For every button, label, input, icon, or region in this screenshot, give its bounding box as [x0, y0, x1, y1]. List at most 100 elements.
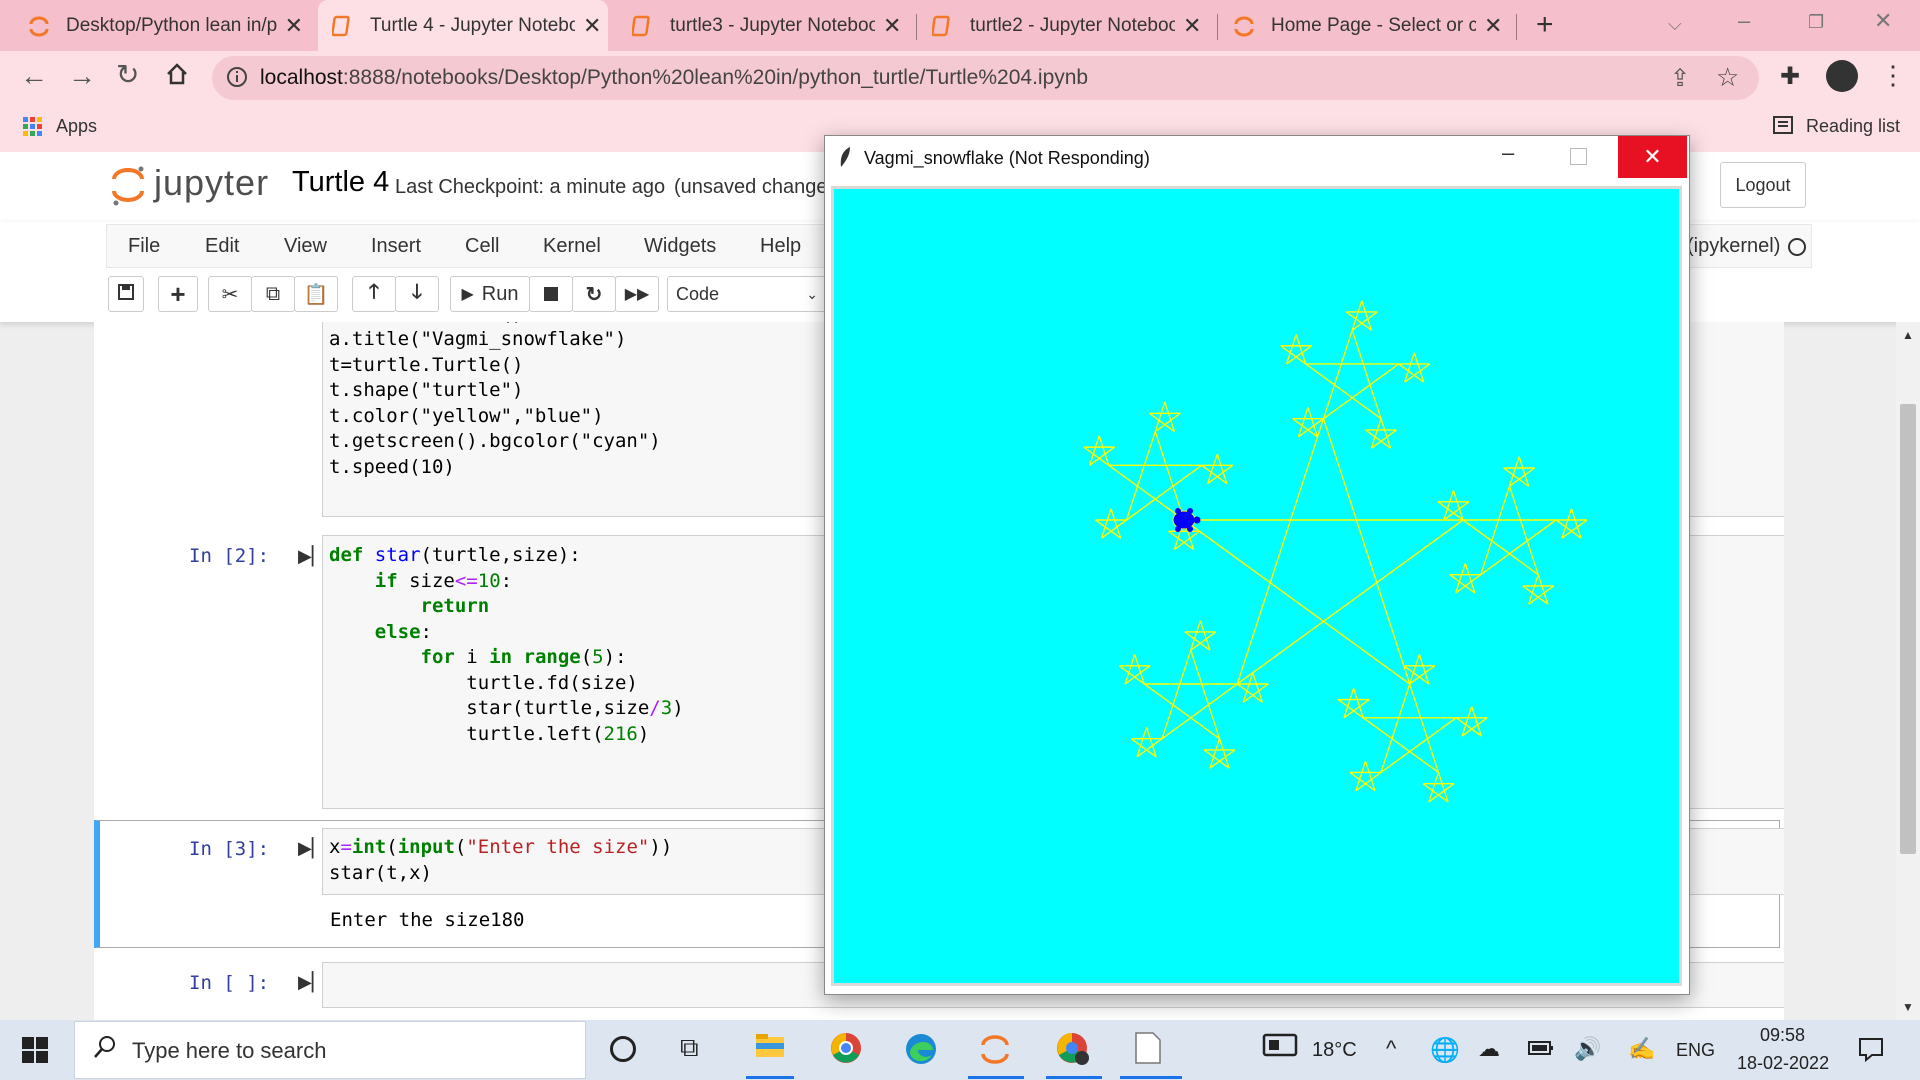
tab-turtle3[interactable]: turtle3 - Jupyter Noteboo ✕ [631, 0, 910, 51]
tab-turtle2[interactable]: turtle2 - Jupyter Noteboo ✕ [931, 0, 1212, 51]
avatar[interactable] [1826, 60, 1858, 92]
onedrive-icon[interactable]: ☁ [1478, 1036, 1500, 1062]
close-tab-icon[interactable]: ✕ [285, 13, 303, 39]
tray-chevron-icon[interactable]: ^ [1386, 1036, 1396, 1062]
copy-button[interactable]: ⧉ [251, 276, 295, 312]
new-tab-icon[interactable]: + [1536, 8, 1554, 42]
move-up-button[interactable]: 🡑 [352, 276, 396, 312]
bookmark-star-icon[interactable]: ☆ [1716, 62, 1739, 93]
pen-stroke [1461, 717, 1488, 737]
menu-insert[interactable]: Insert [371, 235, 421, 258]
page-scrollbar[interactable]: ▲ ▼ [1896, 322, 1920, 1020]
jupyter-tab-icon [1233, 15, 1255, 37]
close-tab-icon[interactable]: ✕ [1484, 13, 1502, 39]
globe-icon[interactable]: 🌐 [1430, 1036, 1460, 1065]
menu-edit[interactable]: Edit [205, 235, 239, 258]
restore-icon[interactable]: ❐ [1808, 12, 1824, 33]
close-window-icon[interactable]: ✕ [1874, 8, 1892, 34]
tab-title: Desktop/Python lean in/p [66, 14, 277, 36]
pen-stroke [1118, 665, 1145, 685]
turtle-minimize-icon[interactable]: – [1502, 140, 1514, 166]
paste-button[interactable]: 📋 [294, 276, 338, 312]
battery-icon[interactable] [1528, 1040, 1554, 1061]
logout-button[interactable]: Logout [1720, 162, 1806, 208]
scroll-up-icon[interactable]: ▲ [1902, 328, 1914, 342]
clock-time[interactable]: 09:58 [1760, 1025, 1805, 1046]
cell-2-source[interactable]: def star(turtle,size): if size<=10: retu… [329, 543, 684, 747]
weather-temp[interactable]: 18°C [1312, 1039, 1357, 1062]
cortana-icon[interactable] [610, 1036, 636, 1062]
insert-cell-button[interactable]: + [158, 276, 198, 312]
extensions-icon[interactable]: ✚ [1780, 62, 1800, 91]
close-tab-icon[interactable]: ✕ [1183, 13, 1201, 39]
volume-icon[interactable]: 🔊 [1574, 1036, 1601, 1062]
pen-stroke [1307, 407, 1319, 438]
reading-list-link[interactable]: Reading list [1806, 116, 1900, 137]
back-icon[interactable]: ← [20, 60, 48, 92]
scissors-icon: ✂ [221, 283, 239, 306]
windows-start-icon[interactable] [22, 1037, 48, 1068]
menu-widgets[interactable]: Widgets [644, 235, 716, 258]
pen-icon[interactable]: ✍ [1628, 1036, 1655, 1062]
pen-stroke [1570, 508, 1582, 539]
cut-button[interactable]: ✂ [208, 276, 252, 312]
scrollbar-thumb[interactable] [1900, 404, 1916, 854]
pen-stroke [1455, 574, 1482, 594]
turtle-close-button[interactable]: ✕ [1618, 136, 1687, 178]
jupyter-logo-icon[interactable] [110, 163, 146, 212]
tab-turtle4[interactable]: Turtle 4 - Jupyter Notebo ✕ [318, 0, 608, 51]
menu-help[interactable]: Help [760, 235, 801, 258]
clock-date[interactable]: 18-02-2022 [1737, 1053, 1829, 1074]
chrome-profile-icon[interactable] [1056, 1032, 1090, 1073]
info-icon[interactable] [226, 66, 248, 93]
run-button[interactable]: ▶ Run [450, 276, 530, 312]
jupyter-logo-text[interactable]: jupyter [154, 162, 269, 204]
tab-home[interactable]: Home Page - Select or cre ✕ [1233, 0, 1511, 51]
menu-icon[interactable]: ⋮ [1880, 60, 1906, 91]
paste-icon: 📋 [303, 283, 329, 306]
menu-cell[interactable]: Cell [465, 235, 499, 258]
reload-icon[interactable]: ↻ [116, 58, 139, 91]
pen-stroke [1355, 771, 1382, 792]
pen-stroke [1555, 519, 1582, 539]
pen-stroke [1124, 654, 1136, 685]
restart-button[interactable]: ↻ [572, 276, 616, 312]
move-down-button[interactable]: 🡓 [395, 276, 439, 312]
notifications-icon[interactable] [1858, 1036, 1884, 1067]
menu-file[interactable]: File [128, 235, 160, 258]
task-view-icon[interactable]: ⧉ [680, 1032, 699, 1064]
active-app-indicator [1046, 1076, 1102, 1079]
turtle-maximize-icon[interactable] [1570, 148, 1587, 165]
home-icon[interactable] [164, 61, 190, 92]
menu-kernel[interactable]: Kernel [543, 235, 601, 258]
pen-stroke [1183, 519, 1411, 685]
share-icon[interactable]: ⇪ [1670, 64, 1690, 93]
forward-icon[interactable]: → [68, 60, 96, 92]
weather-icon[interactable] [1262, 1032, 1298, 1065]
interrupt-button[interactable] [529, 276, 573, 312]
python-window-icon[interactable] [1134, 1032, 1162, 1071]
close-tab-icon[interactable]: ✕ [583, 13, 601, 39]
pen-stroke [1364, 760, 1376, 791]
menu-view[interactable]: View [284, 235, 327, 258]
pen-stroke [1286, 345, 1313, 365]
apps-link[interactable]: Apps [56, 116, 97, 137]
edge-icon[interactable] [904, 1032, 938, 1073]
scroll-down-icon[interactable]: ▼ [1902, 1000, 1914, 1014]
save-button[interactable] [108, 276, 144, 312]
tab-desktop[interactable]: Desktop/Python lean in/p ✕ [28, 0, 303, 51]
cell-1-source[interactable]: import turtle a=turtle.Screen() a.title(… [329, 322, 661, 480]
minimize-icon[interactable]: – [1738, 8, 1750, 34]
restart-run-all-button[interactable]: ▶▶ [615, 276, 659, 312]
jupyter-app-icon[interactable] [980, 1032, 1010, 1073]
notebook-name[interactable]: Turtle 4 [292, 166, 389, 199]
chrome-icon[interactable] [830, 1032, 862, 1071]
language-indicator[interactable]: ENG [1676, 1040, 1715, 1061]
tab-search-icon[interactable]: ⌵ [1668, 14, 1682, 35]
tab-title: Turtle 4 - Jupyter Notebo [370, 14, 575, 36]
pen-stroke [1136, 738, 1163, 758]
cell-type-select[interactable]: Code ⌄ [667, 276, 827, 312]
file-explorer-icon[interactable] [755, 1032, 785, 1065]
close-tab-icon[interactable]: ✕ [883, 13, 901, 39]
cell-3-source[interactable]: x=int(input("Enter the size")) star(t,x) [329, 835, 672, 886]
